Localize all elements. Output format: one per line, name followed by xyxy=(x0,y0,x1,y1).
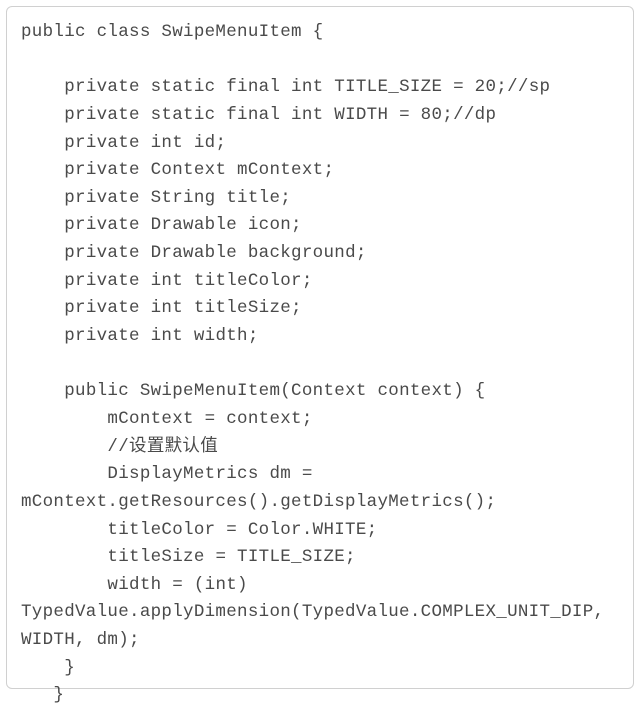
code-content: public class SwipeMenuItem { private sta… xyxy=(21,19,619,710)
code-block-container: public class SwipeMenuItem { private sta… xyxy=(6,6,634,689)
